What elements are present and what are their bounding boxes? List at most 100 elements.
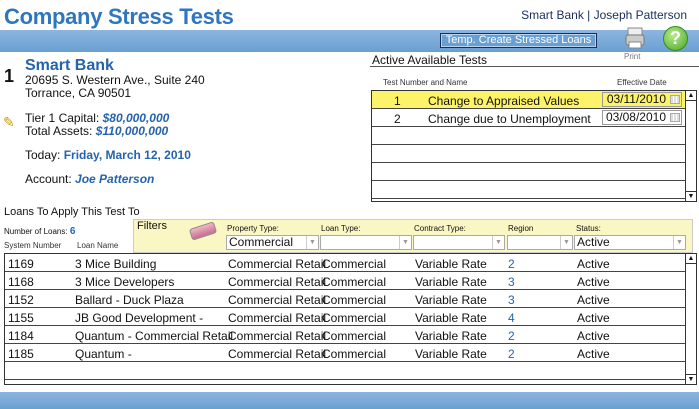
printer-icon[interactable] — [625, 27, 645, 49]
scroll-down-icon[interactable]: ▼ — [686, 374, 696, 384]
region[interactable]: 2 — [508, 329, 515, 343]
date-field[interactable]: 03/08/2010 — [602, 110, 682, 125]
user-info[interactable]: Smart Bank | Joseph Patterson — [521, 8, 687, 22]
chevron-down-icon[interactable]: ▼ — [492, 236, 504, 249]
contract-type: Variable Rate — [415, 329, 487, 343]
create-stressed-loans-button[interactable]: Temp. Create Stressed Loans — [440, 33, 597, 48]
status: Active — [577, 293, 610, 307]
status: Active — [577, 311, 610, 325]
system-number: 1155 — [8, 311, 34, 325]
loan-type: Commercial — [322, 347, 387, 361]
col-system-number: System Number — [4, 241, 62, 250]
loan-type: Commercial — [322, 257, 387, 271]
calendar-icon[interactable] — [670, 95, 680, 104]
pencil-icon[interactable]: ✎ — [3, 114, 15, 131]
empty-row — [5, 362, 686, 380]
status-label: Status: — [576, 224, 601, 233]
test-number: 2 — [394, 112, 401, 126]
active-tests-title: Active Available Tests — [372, 53, 487, 67]
loan-name: 3 Mice Developers — [75, 275, 175, 289]
contract-type: Variable Rate — [415, 275, 487, 289]
scrollbar[interactable]: ▲ ▼ — [685, 254, 696, 384]
system-number: 1168 — [8, 275, 34, 289]
assets-label: Total Assets: — [25, 124, 96, 138]
test-row[interactable]: 1 Change to Appraised Values 03/11/2010 — [372, 91, 686, 109]
loan-type-label: Loan Type: — [321, 224, 361, 233]
loan-row[interactable]: 1155 JB Good Development - Commercial Reta… — [5, 308, 686, 326]
loan-row[interactable]: 1184 Quantum - Commercial Retail Commercia… — [5, 326, 686, 344]
empty-row — [372, 181, 686, 199]
loan-row[interactable]: 1169 3 Mice Building Commercial Retail Comm… — [5, 254, 686, 272]
col-loan-name: Loan Name — [77, 241, 119, 250]
account-value[interactable]: Joe Patterson — [75, 172, 154, 186]
help-icon[interactable]: ? — [663, 26, 688, 51]
loans-table: 1169 3 Mice Building Commercial Retail Comm… — [4, 253, 697, 385]
scroll-up-icon[interactable]: ▲ — [686, 254, 696, 264]
property-type-select[interactable]: Commercial ▼ — [226, 235, 319, 250]
contract-type-label: Contract Type: — [414, 224, 466, 233]
tier1-value: $80,000,000 — [102, 111, 170, 125]
address-line-2: Torrance, CA 90501 — [25, 86, 132, 100]
loan-name: Ballard - Duck Plaza — [75, 293, 184, 307]
loan-type: Commercial — [322, 311, 387, 325]
date-value: 03/11/2010 — [606, 92, 666, 106]
region[interactable]: 2 — [508, 347, 515, 361]
scroll-down-icon[interactable]: ▼ — [686, 191, 696, 201]
status-select[interactable]: Active ▼ — [574, 235, 686, 250]
region-select[interactable]: ▼ — [507, 235, 573, 250]
test-name: Change to Appraised Values — [428, 94, 580, 108]
address-line-1: 20695 S. Western Ave., Suite 240 — [25, 73, 205, 87]
filters-label: Filters — [137, 220, 167, 232]
print-label[interactable]: Print — [624, 52, 640, 61]
col-effective-date: Effective Date — [617, 78, 667, 87]
loan-name: 3 Mice Building — [75, 257, 157, 271]
property-type-label: Property Type: — [227, 224, 279, 233]
date-value: 03/08/2010 — [605, 110, 666, 124]
status: Active — [577, 329, 610, 343]
property-type: Commercial Retail — [228, 257, 327, 271]
test-row[interactable]: 2 Change due to Unemployment 03/08/2010 — [372, 109, 686, 127]
chevron-down-icon[interactable]: ▼ — [673, 236, 685, 249]
test-number: 1 — [394, 94, 401, 108]
loan-type: Commercial — [322, 275, 387, 289]
status-value: Active — [577, 235, 610, 249]
tier1-capital: Tier 1 Capital: $80,000,000 — [25, 111, 169, 125]
assets-value: $110,000,000 — [95, 124, 169, 138]
region[interactable]: 2 — [508, 257, 515, 271]
total-assets: Total Assets: $110,000,000 — [25, 124, 168, 138]
contract-type: Variable Rate — [415, 257, 487, 271]
today: Today: Friday, March 12, 2010 — [25, 148, 191, 162]
date-field[interactable]: 03/11/2010 — [602, 92, 682, 107]
loan-row[interactable]: 1152 Ballard - Duck Plaza Commercial Retai… — [5, 290, 686, 308]
property-type: Commercial Retail — [228, 347, 327, 361]
loan-type: Commercial — [322, 329, 387, 343]
contract-type: Variable Rate — [415, 293, 487, 307]
col-test-name: Test Number and Name — [383, 78, 468, 87]
bank-number: 1 — [4, 66, 15, 86]
divider — [370, 66, 699, 67]
system-number: 1169 — [8, 257, 34, 271]
loan-name: JB Good Development - — [75, 311, 204, 325]
tier1-label: Tier 1 Capital: — [25, 111, 103, 125]
calendar-icon[interactable] — [670, 113, 680, 122]
scroll-up-icon[interactable]: ▲ — [686, 91, 696, 101]
loan-name: Quantum - — [75, 347, 132, 361]
loan-name: Quantum - Commercial Retail — [75, 329, 234, 343]
chevron-down-icon[interactable]: ▼ — [306, 236, 318, 249]
loan-row[interactable]: 1185 Quantum - Commercial Retail Commercial… — [5, 344, 686, 362]
today-value: Friday, March 12, 2010 — [63, 148, 191, 162]
contract-type-select[interactable]: ▼ — [413, 235, 505, 250]
status: Active — [577, 347, 610, 361]
chevron-down-icon[interactable]: ▼ — [399, 236, 411, 249]
tests-table: 1 Change to Appraised Values 03/11/2010 2 C… — [371, 90, 697, 202]
region[interactable]: 4 — [508, 311, 515, 325]
chevron-down-icon[interactable]: ▼ — [560, 236, 572, 249]
loan-type-select[interactable]: ▼ — [320, 235, 412, 250]
region[interactable]: 3 — [508, 275, 515, 289]
loan-row[interactable]: 1168 3 Mice Developers Commercial Retail Co… — [5, 272, 686, 290]
system-number: 1185 — [8, 347, 34, 361]
property-type: Commercial Retail — [228, 329, 327, 343]
scrollbar[interactable]: ▲ ▼ — [685, 91, 696, 201]
empty-row — [372, 163, 686, 181]
region[interactable]: 3 — [508, 293, 515, 307]
